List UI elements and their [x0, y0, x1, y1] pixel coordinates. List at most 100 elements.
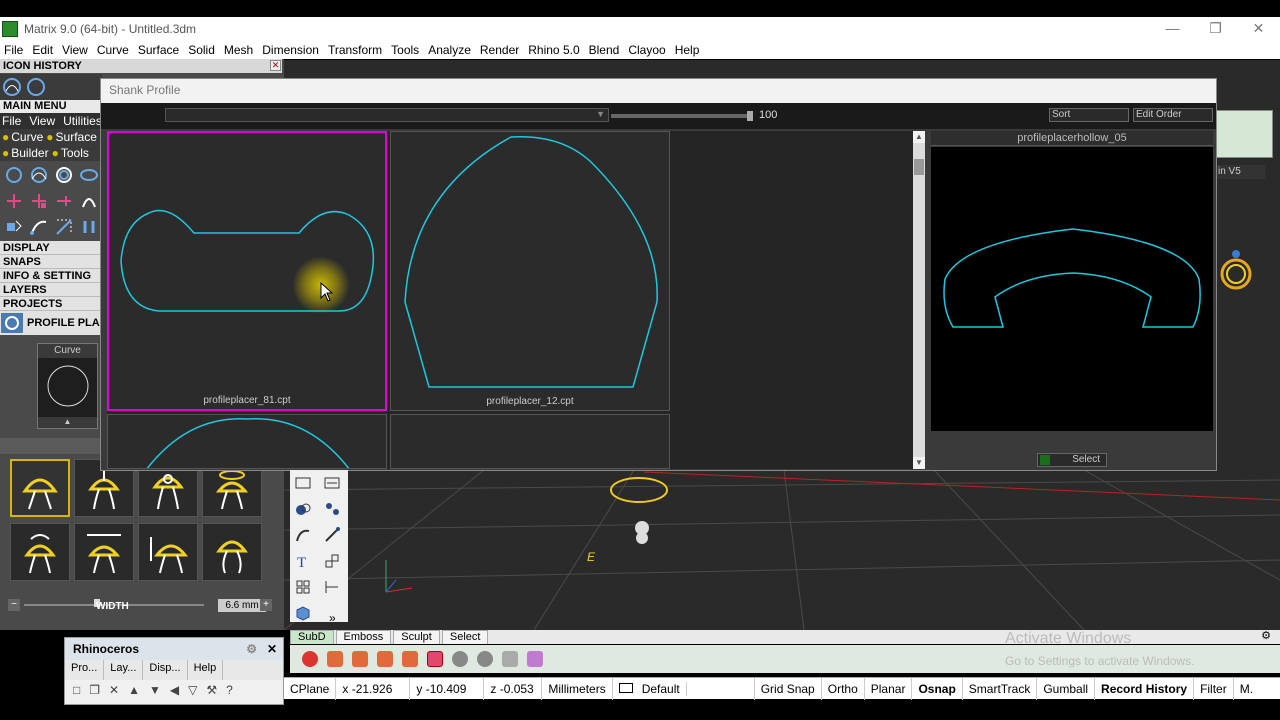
help-icon[interactable]: ? [226, 683, 233, 697]
menu-analyze[interactable]: Analyze [428, 43, 471, 57]
add-control-icon[interactable] [27, 189, 51, 213]
array-icon[interactable] [291, 575, 315, 599]
move-left-icon[interactable]: ◀ [170, 683, 179, 697]
status-filter[interactable]: Filter [1194, 677, 1234, 700]
ring-option-7[interactable] [138, 523, 198, 581]
mirror-tool-icon[interactable] [77, 215, 101, 239]
filter-icon[interactable]: ▽ [188, 683, 197, 697]
delete-icon[interactable]: ✕ [109, 683, 119, 697]
menu-transform[interactable]: Transform [328, 43, 382, 57]
tab-curve[interactable]: Curve [11, 130, 43, 144]
subd-pipe-icon[interactable] [402, 651, 418, 667]
ring-tool-icon[interactable] [52, 163, 76, 187]
tab-display[interactable]: Disp... [143, 660, 188, 680]
subd-sphere-icon[interactable] [352, 651, 368, 667]
edit-order-dropdown[interactable]: Edit Order [1133, 108, 1213, 122]
decrease-width-button[interactable]: − [8, 599, 20, 611]
status-smarttrack[interactable]: SmartTrack [963, 677, 1038, 700]
scroll-down-icon[interactable]: ▼ [913, 457, 925, 469]
add-point-icon[interactable] [2, 189, 26, 213]
profile-placer-header[interactable]: PROFILE PLA [0, 311, 102, 335]
curve-edit-icon[interactable] [27, 215, 51, 239]
curve-draw-icon[interactable] [291, 523, 315, 547]
status-ortho[interactable]: Ortho [822, 677, 865, 700]
section-projects[interactable]: PROJECTS [0, 297, 102, 311]
status-osnap[interactable]: Osnap [912, 677, 963, 700]
curve-preview-box[interactable]: Curve ▲ [37, 343, 98, 429]
close-icon[interactable]: ✕ [270, 60, 281, 71]
arc-tool-icon[interactable] [27, 163, 51, 187]
menu-solid[interactable]: Solid [188, 43, 215, 57]
more-icon[interactable] [502, 651, 518, 667]
tab-builder[interactable]: Builder [11, 146, 48, 160]
ring-option-5[interactable] [10, 523, 70, 581]
status-units[interactable]: Millimeters [542, 677, 613, 700]
status-cplane[interactable]: CPlane [284, 677, 337, 700]
main-menu-file[interactable]: File [2, 114, 21, 128]
profile-thumb-4[interactable] [390, 414, 670, 469]
move-up-icon[interactable]: ▲ [128, 683, 140, 697]
status-memory[interactable]: M. [1234, 678, 1259, 700]
new-layer-icon[interactable]: □ [73, 683, 80, 697]
minimize-button[interactable]: — [1151, 17, 1194, 40]
arch-tool-icon[interactable] [77, 189, 101, 213]
tab-emboss[interactable]: Emboss [335, 630, 392, 644]
move-down-icon[interactable]: ▼ [149, 683, 161, 697]
history-tool-icons[interactable] [0, 74, 50, 100]
select-button[interactable]: Select [1037, 453, 1107, 467]
subd-grid-icon[interactable] [427, 651, 443, 667]
tab-surface[interactable]: Surface [56, 130, 97, 144]
close-button[interactable]: ✕ [1237, 17, 1280, 40]
menu-file[interactable]: File [4, 43, 23, 57]
gear-icon[interactable]: ⚙ [1254, 630, 1278, 644]
sculpt-pen-icon[interactable] [527, 651, 543, 667]
menu-curve[interactable]: Curve [97, 43, 129, 57]
main-menu-utilities[interactable]: Utilities [63, 114, 102, 128]
scroll-thumb[interactable] [914, 159, 924, 175]
tab-properties[interactable]: Pro... [65, 660, 105, 680]
profile-thumb-3[interactable] [107, 414, 387, 469]
settings-icon[interactable] [452, 651, 468, 667]
scroll-up-icon[interactable]: ▲ [913, 131, 925, 143]
text-icon[interactable]: T [291, 549, 315, 573]
select-points-icon[interactable] [291, 471, 315, 495]
subd-box-icon[interactable] [327, 651, 343, 667]
corner-tool-icon[interactable] [52, 215, 76, 239]
box-solid-icon[interactable] [291, 601, 315, 625]
subd-cylinder-icon[interactable] [377, 651, 393, 667]
menu-blend[interactable]: Blend [589, 43, 620, 57]
spiral-tool-icon[interactable] [77, 163, 101, 187]
split-tool-icon[interactable] [2, 215, 26, 239]
restore-button[interactable]: ❐ [1194, 17, 1237, 40]
circle-tool-icon[interactable] [2, 163, 26, 187]
menu-dimension[interactable]: Dimension [262, 43, 319, 57]
new-sublayer-icon[interactable]: ❐ [89, 683, 100, 697]
thumbnail-scrollbar[interactable]: ▲ ▼ [913, 131, 925, 469]
status-planar[interactable]: Planar [865, 677, 913, 700]
menu-rhino5[interactable]: Rhino 5.0 [528, 43, 579, 57]
tab-sculpt[interactable]: Sculpt [393, 630, 440, 644]
increase-width-button[interactable]: + [260, 599, 272, 611]
zoom-slider-handle[interactable] [747, 111, 753, 121]
tab-tools[interactable]: Tools [61, 146, 89, 160]
menu-help[interactable]: Help [675, 43, 700, 57]
sort-dropdown[interactable]: Sort [1049, 108, 1129, 122]
section-info-settings[interactable]: INFO & SETTING [0, 269, 102, 283]
status-layer[interactable]: Default [613, 677, 755, 700]
remove-point-icon[interactable] [52, 189, 76, 213]
menu-render[interactable]: Render [480, 43, 519, 57]
zoom-slider[interactable] [611, 111, 753, 121]
menu-mesh[interactable]: Mesh [224, 43, 253, 57]
close-icon[interactable]: ✕ [267, 638, 277, 660]
section-snaps[interactable]: SNAPS [0, 255, 102, 269]
record-icon[interactable] [302, 651, 318, 667]
tab-help[interactable]: Help [188, 660, 224, 680]
help-icon[interactable] [477, 651, 493, 667]
more-tools-icon[interactable]: » [320, 606, 344, 630]
status-grid-snap[interactable]: Grid Snap [755, 677, 822, 700]
status-record-history[interactable]: Record History [1095, 677, 1195, 700]
transform-icon[interactable] [320, 471, 344, 495]
menu-edit[interactable]: Edit [32, 43, 53, 57]
dimension-icon[interactable] [320, 575, 344, 599]
line-draw-icon[interactable] [320, 523, 344, 547]
